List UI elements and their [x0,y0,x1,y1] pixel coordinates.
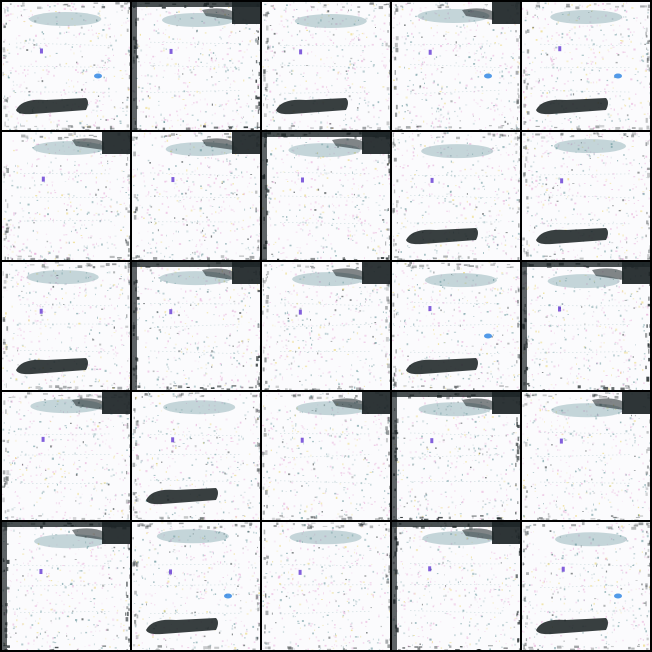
purple-mark [171,437,175,443]
sample-tile [522,2,650,130]
corner-block [362,132,390,154]
purple-mark [39,569,43,575]
corner-block [492,522,520,544]
sample-tile [522,392,650,520]
blue-mark [484,73,492,79]
top-smudge [163,400,236,415]
sample-tile [262,2,390,130]
sample-tile [522,262,650,390]
sample-tile [392,132,520,260]
sample-tile [132,522,260,650]
corner-block [232,262,260,284]
sample-tile [132,262,260,390]
corner-block [232,132,260,154]
blue-mark [94,73,102,79]
sample-tile [262,262,390,390]
corner-block [492,392,520,414]
sample-tile [132,392,260,520]
purple-mark [559,438,563,444]
top-smudge [424,273,497,288]
sample-tile [392,262,520,390]
sample-tile [392,522,520,650]
corner-block [232,2,260,24]
sample-tile [522,132,650,260]
purple-mark [169,309,173,315]
corner-block [362,262,390,284]
purple-mark [560,178,564,184]
top-smudge [289,530,362,545]
top-smudge [294,14,367,29]
sample-tile [522,522,650,650]
corner-block [362,392,390,414]
purple-mark [171,177,175,183]
corner-block [102,522,130,544]
purple-mark [428,566,432,572]
sample-tile [262,392,390,520]
blue-mark [614,73,622,79]
sample-tile [2,132,130,260]
sample-tile [392,2,520,130]
purple-mark [558,306,562,312]
purple-mark [430,177,434,183]
sample-tile [2,262,130,390]
top-smudge [156,529,229,544]
corner-block [102,392,130,414]
top-smudge [553,139,626,154]
purple-mark [428,306,432,312]
sample-tile [262,132,390,260]
purple-mark [41,436,45,442]
top-smudge [555,532,628,547]
top-smudge [29,12,102,27]
blue-mark [484,333,492,339]
purple-mark [298,569,302,575]
sample-tile [2,392,130,520]
purple-mark [428,49,432,55]
sample-tile [132,2,260,130]
sample-tile [132,132,260,260]
purple-mark [41,176,45,182]
sample-tile [2,2,130,130]
sample-tile [2,522,130,650]
corner-block [102,132,130,154]
purple-mark [558,46,562,52]
purple-mark [169,48,173,54]
sample-grid [2,2,650,650]
corner-block [622,262,650,284]
purple-mark [300,177,304,183]
top-smudge [26,270,99,285]
top-smudge [550,10,623,25]
blue-mark [614,593,622,599]
purple-mark [300,437,304,443]
sample-tile [392,392,520,520]
purple-mark [299,49,303,55]
corner-block [622,392,650,414]
purple-mark [39,48,43,54]
corner-block [492,2,520,24]
purple-mark [430,438,434,444]
purple-mark [298,309,302,315]
top-smudge [421,144,494,159]
purple-mark [39,308,43,314]
blue-mark [224,593,232,599]
purple-mark [169,569,173,575]
sample-tile [262,522,390,650]
purple-mark [561,566,565,572]
